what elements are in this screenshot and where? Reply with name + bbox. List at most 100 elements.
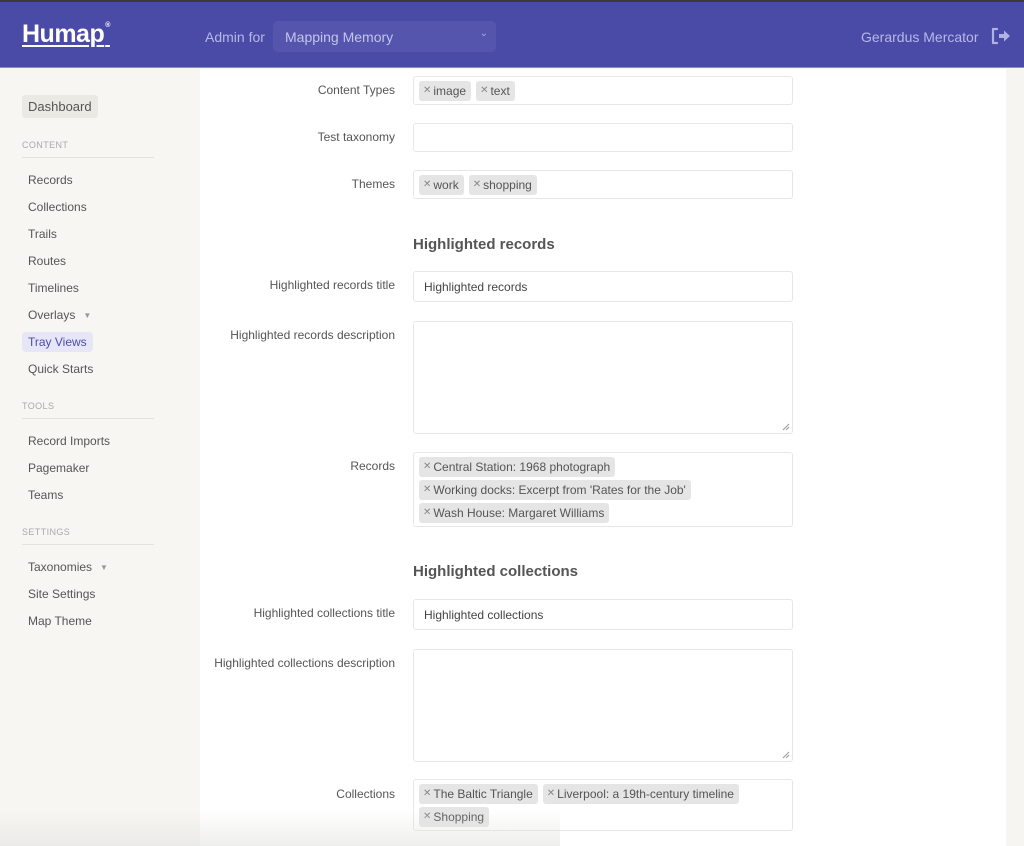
chevron-down-icon: ⌄ [479,28,488,39]
sidebar-item-label: Records [28,173,73,187]
themes-select[interactable]: ✕ work ✕ shopping [413,170,793,199]
sidebar: Dashboard CONTENT Records Collections Tr… [0,69,200,846]
sidebar-item-site-settings[interactable]: Site Settings [22,584,101,604]
site-selector[interactable]: Mapping Memory ⌄ [273,21,496,52]
resize-handle-icon[interactable] [782,423,790,431]
caret-down-icon: ▼ [83,311,92,321]
tag-label: Wash House: Margaret Williams [433,506,605,520]
tag-label: work [433,178,459,192]
remove-tag-icon[interactable]: ✕ [423,505,431,521]
tag-chip: ✕ Shopping [419,807,490,827]
tag-chip: ✕ Working docks: Excerpt from 'Rates for … [419,480,691,500]
sidebar-item-taxonomies[interactable]: Taxonomies ▼ [22,557,114,577]
resize-handle-icon[interactable] [782,751,790,759]
sidebar-item-teams[interactable]: Teams [22,485,69,505]
highlighted-collections-heading: Highlighted collections [413,563,579,580]
sidebar-item-label: Routes [28,254,67,268]
highlighted-collections-title-input[interactable]: Highlighted collections [413,599,793,630]
test-taxonomy-label: Test taxonomy [317,130,395,144]
sidebar-item-label: Quick Starts [28,362,94,376]
sidebar-item-label: Pagemaker [28,461,90,475]
tag-chip: ✕ text [476,81,515,101]
tag-chip: ✕ The Baltic Triangle [419,784,538,804]
remove-tag-icon[interactable]: ✕ [473,177,481,193]
top-bar: Humap® Admin for Mapping Memory ⌄ Gerard… [0,0,1024,68]
tag-chip: ✕ Liverpool: a 19th-century timeline [542,784,739,804]
highlighted-records-description-textarea[interactable] [413,321,793,434]
records-select[interactable]: ✕ Central Station: 1968 photograph ✕ Worki… [413,452,793,527]
sidebar-item-label: Teams [28,488,64,502]
remove-tag-icon[interactable]: ✕ [423,459,431,475]
sidebar-item-collections[interactable]: Collections [22,197,93,217]
tag-chip: ✕ image [419,81,472,101]
caret-down-icon: ▼ [100,563,108,573]
remove-tag-icon[interactable]: ✕ [423,786,431,802]
sidebar-item-tray-views[interactable]: Tray Views [22,332,93,352]
sidebar-section-settings: SETTINGS [22,527,154,545]
tag-chip: ✕ shopping [468,175,537,195]
tag-label: text [490,84,510,98]
tag-chip: ✕ Wash House: Margaret Williams [419,503,610,523]
sidebar-item-label: Record Imports [28,434,111,448]
tag-label: Working docks: Excerpt from 'Rates for t… [433,483,686,497]
highlighted-collections-description-label: Highlighted collections description [214,656,395,670]
remove-tag-icon[interactable]: ✕ [423,482,431,498]
content-types-select[interactable]: ✕ image ✕ text [413,76,793,105]
input-value: Highlighted collections [424,608,544,622]
sidebar-item-records[interactable]: Records [22,170,79,190]
admin-for-label: Admin for [205,29,265,45]
sidebar-item-label: Tray Views [28,335,87,349]
content-types-label: Content Types [317,83,395,97]
sidebar-item-overlays[interactable]: Overlays ▼ [22,305,97,325]
highlighted-records-title-label: Highlighted records title [269,278,395,292]
remove-tag-icon[interactable]: ✕ [547,786,555,802]
right-gutter [1006,69,1024,846]
sidebar-item-trails[interactable]: Trails [22,224,63,244]
tag-label: image [433,84,467,98]
user-name[interactable]: Gerardus Mercator [861,29,978,45]
collections-select[interactable]: ✕ The Baltic Triangle ✕ Liverpool: a 19th-… [413,779,793,831]
sidebar-item-record-imports[interactable]: Record Imports [22,431,116,451]
sidebar-item-label: Taxonomies [28,560,93,574]
tag-chip: ✕ Central Station: 1968 photograph [419,457,616,477]
remove-tag-icon[interactable]: ✕ [423,177,431,193]
sidebar-item-label: Map Theme [28,614,92,628]
sidebar-item-label: Collections [28,200,87,214]
tag-chip: ✕ work [419,175,464,195]
themes-label: Themes [351,177,395,191]
tag-label: Liverpool: a 19th-century timeline [557,787,734,801]
sidebar-item-pagemaker[interactable]: Pagemaker [22,458,95,478]
highlighted-collections-description-textarea[interactable] [413,649,793,762]
tray-view-form: Content Types ✕ image ✕ text Test taxonomy… [200,69,1006,846]
remove-tag-icon[interactable]: ✕ [423,83,431,99]
sidebar-item-label: Timelines [28,281,79,295]
input-value: Highlighted records [424,280,528,294]
highlighted-records-heading: Highlighted records [413,236,555,253]
sidebar-item-label: Trails [28,227,57,241]
sidebar-section-content: CONTENT [22,140,154,158]
tag-label: Shopping [433,810,485,824]
tag-label: The Baltic Triangle [433,787,533,801]
highlighted-collections-title-label: Highlighted collections title [253,606,395,620]
sidebar-item-label: Overlays [28,308,76,322]
sidebar-item-routes[interactable]: Routes [22,251,72,271]
site-selector-value: Mapping Memory [285,29,394,45]
sidebar-item-dashboard[interactable]: Dashboard [22,95,98,118]
records-label: Records [350,459,395,473]
remove-tag-icon[interactable]: ✕ [423,809,431,825]
registered-mark: ® [105,22,110,29]
humap-logo[interactable]: Humap® [22,20,110,49]
highlighted-records-description-label: Highlighted records description [230,328,395,342]
sidebar-item-map-theme[interactable]: Map Theme [22,611,98,631]
tag-label: Central Station: 1968 photograph [433,460,611,474]
sidebar-item-timelines[interactable]: Timelines [22,278,85,298]
highlighted-records-title-input[interactable]: Highlighted records [413,271,793,302]
logo-text: Humap [22,20,105,48]
sign-out-icon[interactable] [990,26,1012,46]
sidebar-section-tools: TOOLS [22,401,154,419]
test-taxonomy-select[interactable] [413,123,793,152]
collections-label: Collections [336,787,395,801]
remove-tag-icon[interactable]: ✕ [480,83,488,99]
sidebar-item-label: Site Settings [28,587,96,601]
sidebar-item-quick-starts[interactable]: Quick Starts [22,359,99,379]
